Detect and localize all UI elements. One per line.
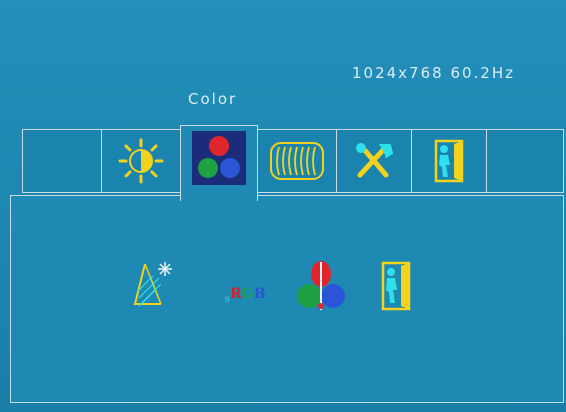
srgb-b-letter: B: [253, 286, 266, 302]
rgb-user-color-icon: [297, 261, 345, 310]
tab-color[interactable]: [180, 125, 258, 201]
brightness-icon: [118, 138, 164, 184]
tab-bar: [22, 125, 564, 201]
tab-image[interactable]: [257, 129, 337, 193]
srgb-item[interactable]: sRGB: [217, 268, 273, 308]
tab-brightness[interactable]: [101, 129, 181, 193]
color-dots-icon: [192, 130, 246, 185]
color-settings-panel: sRGB: [10, 195, 564, 403]
exit-door-icon: [434, 139, 464, 183]
menu-title: Color: [188, 90, 238, 108]
exit-door-icon: [381, 261, 411, 311]
osd-menu: 1024x768 60.2Hz Color sRGB: [0, 0, 566, 412]
user-color-item[interactable]: [293, 258, 349, 314]
srgb-g-letter: G: [241, 286, 254, 302]
wave-image-icon: [270, 142, 324, 180]
tab-tools[interactable]: [336, 129, 412, 193]
tools-icon: [356, 143, 394, 178]
srgb-s-letter: s: [224, 294, 231, 305]
color-temperature-item[interactable]: [131, 258, 179, 312]
srgb-r-letter: R: [230, 286, 242, 302]
srgb-icon: sRGB: [224, 286, 266, 305]
resolution-readout: 1024x768 60.2Hz: [352, 64, 516, 82]
panel-exit-item[interactable]: [377, 260, 415, 312]
tab-blank-right: [486, 129, 564, 193]
color-temperature-icon: [133, 262, 172, 307]
tab-blank-left: [22, 129, 102, 193]
tab-exit[interactable]: [411, 129, 487, 193]
